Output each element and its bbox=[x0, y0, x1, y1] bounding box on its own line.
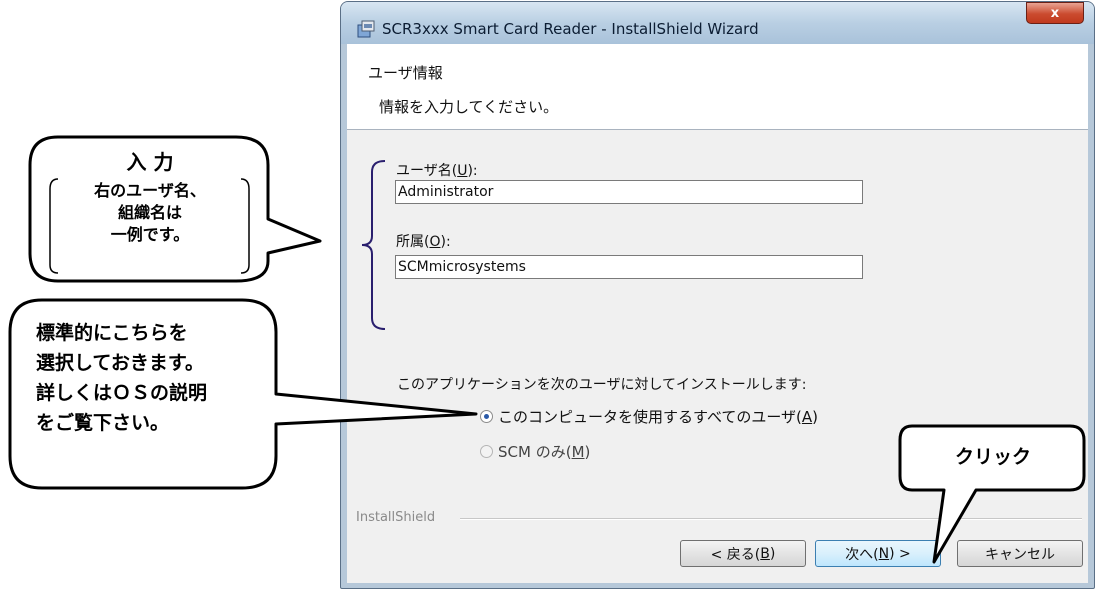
input-callout-body: 右のユーザ名、 組織名は 一例です。 bbox=[28, 180, 272, 246]
close-button[interactable]: x bbox=[1026, 2, 1084, 24]
select-callout-line: をご覧下さい。 bbox=[36, 412, 170, 434]
wizard-header bbox=[347, 44, 1088, 130]
installshield-label: InstallShield bbox=[356, 510, 436, 525]
select-callout-line: 標準的にこちらを bbox=[36, 322, 188, 344]
window-title: SCR3xxx Smart Card Reader - InstallShiel… bbox=[382, 20, 759, 38]
back-button[interactable]: < 戻る(B) bbox=[680, 540, 806, 567]
input-callout-line: 組織名は bbox=[117, 203, 182, 222]
select-callout-line: 選択しておきます。 bbox=[36, 352, 204, 374]
select-callout-line: 詳しくはＯＳの説明 bbox=[36, 382, 208, 404]
radio-scm-only-label[interactable]: SCM のみ(M) bbox=[498, 441, 590, 462]
input-callout-heading: 入 力 bbox=[126, 150, 174, 174]
select-callout-body: 標準的にこちらを 選択しておきます。 詳しくはＯＳの説明 をご覧下さい。 bbox=[36, 318, 207, 438]
user-name-field[interactable]: Administrator bbox=[395, 180, 863, 204]
organization-label: 所属(O): bbox=[396, 234, 451, 250]
installer-app-icon bbox=[357, 20, 375, 38]
click-callout-text: クリック bbox=[954, 446, 1031, 468]
user-name-label: ユーザ名(U): bbox=[396, 163, 478, 179]
organization-field[interactable]: SCMmicrosystems bbox=[395, 255, 863, 279]
close-icon: x bbox=[1050, 5, 1060, 21]
radio-all-users-label[interactable]: このコンピュータを使用するすべてのユーザ(A) bbox=[498, 406, 818, 427]
input-callout-line: 右のユーザ名、 bbox=[94, 181, 206, 200]
page-title: ユーザ情報 bbox=[368, 64, 443, 82]
input-callout-line: 一例です。 bbox=[110, 225, 190, 244]
page-subtitle: 情報を入力してください。 bbox=[379, 98, 559, 116]
